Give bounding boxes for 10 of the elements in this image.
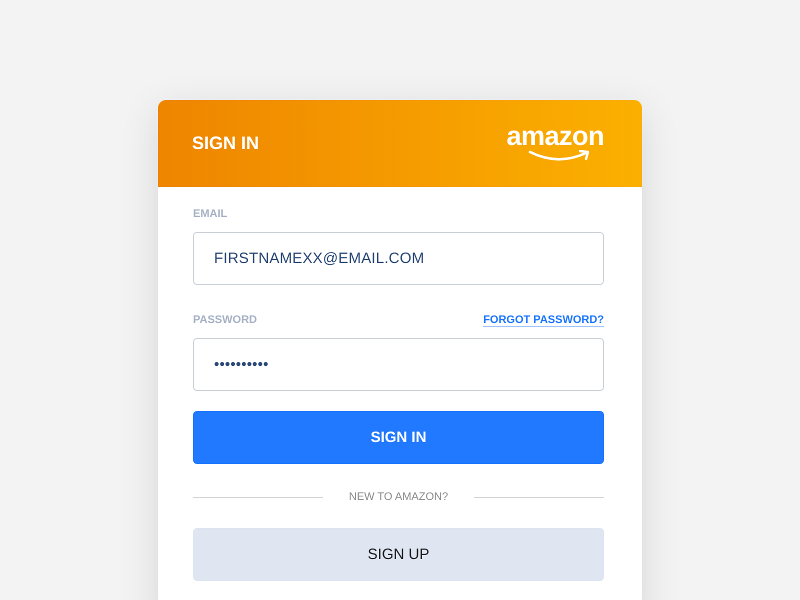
forgot-password-link[interactable]: FORGOT PASSWORD? — [483, 314, 604, 326]
sign-in-button[interactable]: SIGN IN — [193, 411, 604, 464]
field-label: EMAIL — [193, 208, 228, 220]
password-field[interactable]: •••••••••• — [193, 338, 604, 391]
email-field[interactable]: FIRSTNAMEXX@EMAIL.COM — [193, 232, 604, 285]
logo-text: amazon — [506, 122, 604, 150]
header-title: SIGN IN — [192, 133, 260, 154]
divider-text: NEW TO AMAZON? — [348, 491, 448, 503]
sign-up-button[interactable]: SIGN UP — [193, 528, 604, 581]
field-label: PASSWORD — [193, 314, 257, 326]
